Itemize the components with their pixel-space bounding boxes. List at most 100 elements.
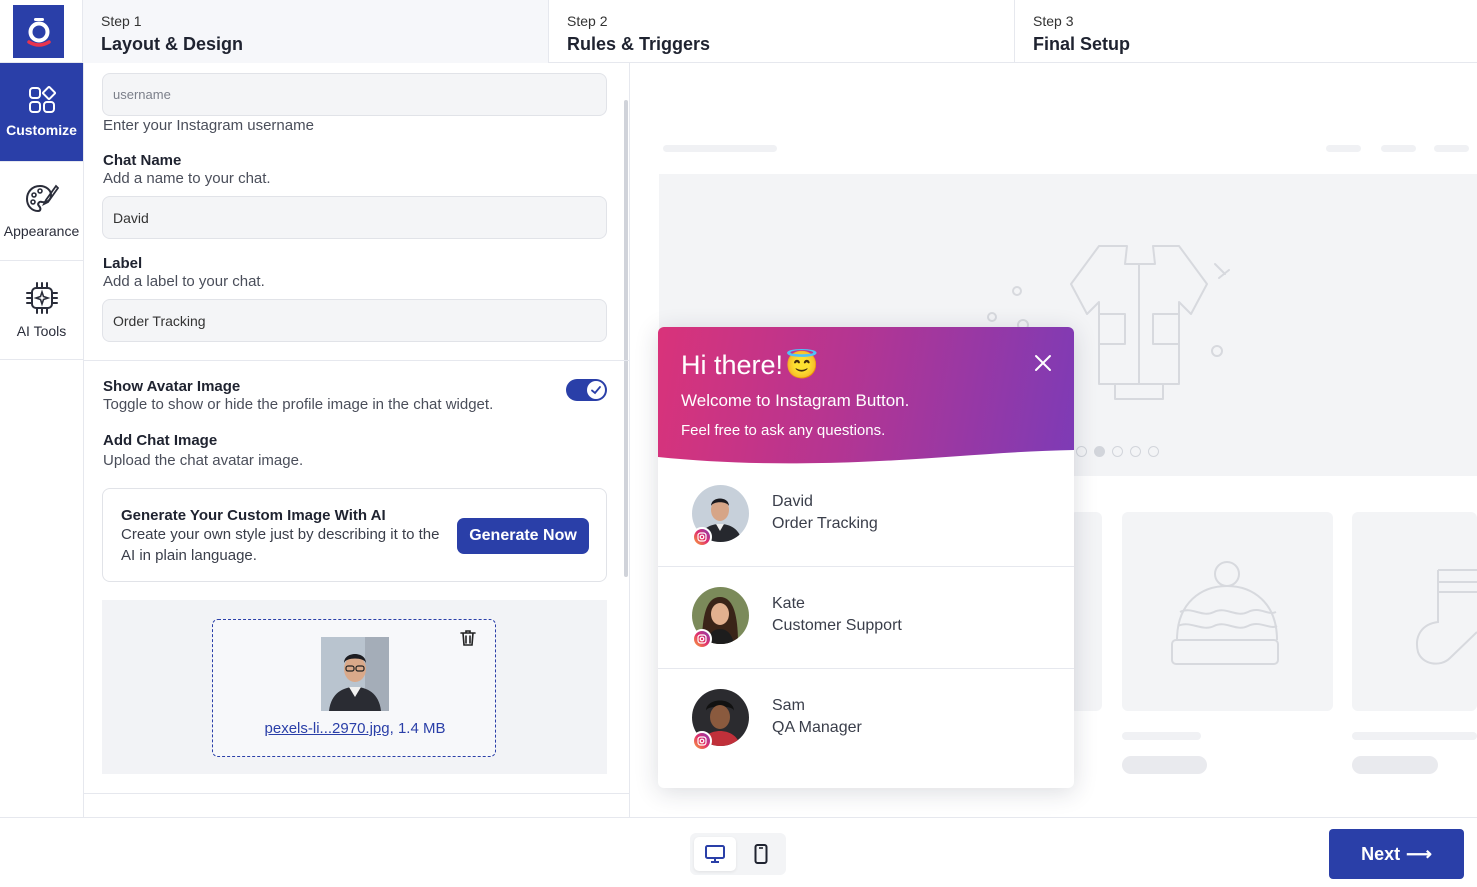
chip-icon — [25, 282, 58, 314]
avatar-toggle-help: Toggle to show or hide the profile image… — [103, 396, 494, 413]
username-help: Enter your Instagram username — [103, 117, 314, 134]
file-name-link[interactable]: pexels-li...2970.jpg — [265, 720, 390, 737]
agent-role: QA Manager — [772, 719, 862, 736]
skeleton-pill — [1122, 756, 1207, 774]
ai-card-description: Create your own style just by describing… — [121, 526, 440, 564]
person-photo — [321, 637, 389, 711]
rail-item-ai-tools[interactable]: AI Tools — [0, 261, 83, 360]
product-card-skeleton — [1352, 512, 1477, 711]
file-info: pexels-li...2970.jpg, 1.4 MB — [213, 720, 497, 737]
skeleton-bar — [663, 145, 777, 152]
trash-icon — [460, 630, 476, 646]
section-divider — [84, 360, 630, 361]
widget-close-button[interactable] — [1034, 354, 1052, 377]
logo-icon — [26, 17, 51, 47]
rail-label: Appearance — [3, 223, 80, 239]
carousel-dots — [1076, 446, 1159, 457]
skeleton-bar — [1326, 145, 1361, 152]
chat-name-label: Chat Name — [103, 152, 182, 169]
widget-subtitle-2: Feel free to ask any questions. — [681, 422, 886, 439]
skeleton-bar — [1434, 145, 1469, 152]
step-number: Step 2 — [567, 13, 608, 29]
ai-generate-card: Generate Your Custom Image With AI Creat… — [102, 488, 607, 582]
rail-label: Customize — [6, 122, 77, 138]
section-divider — [84, 793, 630, 794]
agent-name: David — [772, 493, 813, 510]
product-card-skeleton — [1122, 512, 1333, 711]
arrow-right-icon: ⟶ — [1406, 843, 1432, 864]
chat-name-help: Add a name to your chat. — [103, 170, 271, 187]
palette-icon — [25, 184, 59, 213]
wizard-steps: Step 1 Layout & Design Step 2 Rules & Tr… — [83, 0, 1477, 63]
instagram-icon — [692, 527, 712, 547]
check-icon — [591, 386, 601, 395]
agent-row[interactable]: David Order Tracking — [658, 465, 1074, 567]
footer-bar: Next ⟶ — [0, 817, 1477, 887]
logo-container — [0, 0, 83, 63]
chat-widget-preview: Hi there! 😇 Welcome to Instagram Button. … — [658, 327, 1074, 788]
step-title: Rules & Triggers — [567, 34, 711, 54]
customize-icon — [28, 86, 56, 113]
label-value: Order Tracking — [113, 312, 206, 329]
toggle-knob — [587, 381, 605, 399]
app-logo — [13, 5, 64, 58]
generate-now-button[interactable]: Generate Now — [457, 518, 589, 554]
skeleton-bar — [1122, 732, 1201, 740]
step-layout-design[interactable]: Step 1 Layout & Design — [83, 0, 549, 63]
agent-name: Kate — [772, 595, 805, 612]
label-help: Add a label to your chat. — [103, 273, 265, 290]
skeleton-pill — [1352, 756, 1438, 774]
username-field[interactable]: username — [102, 73, 607, 116]
username-placeholder: username — [113, 87, 171, 102]
agent-name: Sam — [772, 697, 805, 714]
agent-role: Customer Support — [772, 617, 902, 634]
panel-scrollbar[interactable] — [624, 100, 628, 577]
instagram-icon — [692, 731, 712, 751]
widget-title: Hi there! 😇 — [681, 349, 819, 381]
carousel-dot[interactable] — [1076, 446, 1087, 457]
sock-illustration — [1416, 569, 1477, 665]
close-icon — [1035, 355, 1051, 371]
carousel-dot[interactable] — [1148, 446, 1159, 457]
carousel-dot[interactable] — [1094, 446, 1105, 457]
agent-row[interactable]: Sam QA Manager — [658, 669, 1074, 771]
instagram-icon — [692, 629, 712, 649]
step-final-setup[interactable]: Step 3 Final Setup — [1015, 0, 1477, 63]
beanie-illustration — [1171, 561, 1279, 665]
rail-item-appearance[interactable]: Appearance — [0, 162, 83, 261]
rail-label: AI Tools — [16, 323, 67, 339]
mobile-view-button[interactable] — [740, 837, 782, 871]
avatar-thumbnail — [321, 637, 389, 711]
label-label: Label — [103, 255, 143, 272]
agent-role: Order Tracking — [772, 515, 878, 532]
skeleton-bar — [1381, 145, 1416, 152]
file-size: , 1.4 MB — [389, 720, 446, 737]
next-label: Next — [1361, 843, 1401, 864]
sidebar-rail: Customize Appearance AI Tools — [0, 63, 84, 817]
chat-name-value: David — [113, 209, 149, 226]
angel-emoji-icon: 😇 — [785, 350, 819, 380]
step-number: Step 1 — [101, 13, 142, 29]
agent-row[interactable]: Kate Customer Support — [658, 567, 1074, 669]
desktop-icon — [705, 845, 725, 863]
uploaded-file-box[interactable]: pexels-li...2970.jpg, 1.4 MB — [212, 619, 496, 757]
upload-area: pexels-li...2970.jpg, 1.4 MB — [102, 600, 607, 774]
next-button[interactable]: Next ⟶ — [1329, 829, 1464, 879]
step-rules-triggers[interactable]: Step 2 Rules & Triggers — [549, 0, 1015, 63]
carousel-dot[interactable] — [1130, 446, 1141, 457]
carousel-dot[interactable] — [1112, 446, 1123, 457]
delete-file-button[interactable] — [458, 628, 478, 653]
chat-name-field[interactable]: David — [102, 196, 607, 239]
widget-subtitle: Welcome to Instagram Button. — [681, 391, 910, 410]
step-number: Step 3 — [1033, 13, 1074, 29]
rail-item-customize[interactable]: Customize — [0, 63, 83, 162]
chat-image-label: Add Chat Image — [103, 432, 218, 449]
avatar-toggle[interactable] — [566, 379, 607, 401]
avatar-toggle-label: Show Avatar Image — [103, 378, 241, 395]
mobile-icon — [754, 844, 768, 864]
step-title: Layout & Design — [101, 34, 244, 54]
label-field[interactable]: Order Tracking — [102, 299, 607, 342]
skeleton-bar — [1352, 732, 1477, 740]
product-card-skeleton — [1070, 512, 1102, 711]
desktop-view-button[interactable] — [694, 837, 736, 871]
